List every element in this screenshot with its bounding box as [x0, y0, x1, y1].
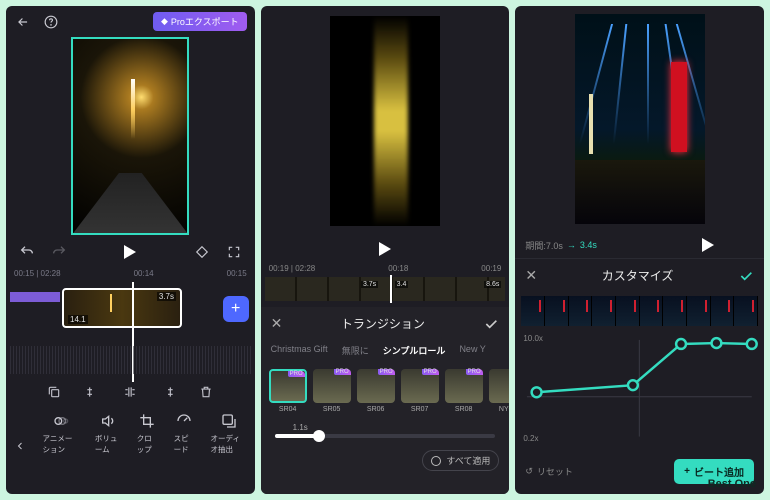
confirm-icon[interactable] — [738, 268, 754, 284]
customize-header: ✕ カスタマイズ — [515, 258, 764, 292]
split-right-icon[interactable] — [160, 384, 176, 400]
top-bar: ◆ Proエクスポート — [6, 6, 255, 37]
keyframe-icon[interactable] — [193, 243, 211, 261]
brand-watermark: Best One — [708, 478, 756, 490]
clip-duration-label: 8.6s — [484, 281, 501, 288]
redo-icon[interactable] — [50, 243, 68, 261]
time-mark: 00:19 — [481, 264, 501, 273]
duration-slider[interactable] — [275, 434, 496, 438]
split-icon[interactable] — [122, 384, 138, 400]
play-button[interactable] — [124, 245, 136, 259]
close-icon[interactable]: ✕ — [525, 267, 537, 284]
add-clip-button[interactable]: + — [223, 296, 249, 322]
clip-thumb[interactable]: 14.1 3.7s — [62, 288, 182, 328]
customize-title: カスタマイズ — [537, 267, 738, 284]
clip-in-label: 14.1 — [68, 315, 88, 324]
play-button[interactable] — [379, 242, 391, 256]
speed-icon — [175, 412, 193, 430]
time-mark: 00:18 — [388, 264, 408, 273]
duration-status: 期間:7.0s → 3.4s — [515, 232, 764, 258]
transition-tabs[interactable]: Christmas Gift 無限に シンプルロール New Y — [261, 340, 510, 361]
confirm-icon[interactable] — [483, 316, 499, 332]
clip-duration-label: 3.7s — [361, 281, 378, 288]
duration-slider-row: 1.1s — [261, 417, 510, 444]
preset-item[interactable]: PRONY01 — [489, 369, 510, 413]
chevron-left-icon[interactable] — [14, 437, 27, 455]
video-preview[interactable] — [71, 37, 189, 235]
apply-all-button[interactable]: すべて適用 — [422, 450, 499, 471]
undo-icon[interactable] — [18, 243, 36, 261]
time-mark: 00:14 — [134, 269, 154, 278]
duration-new: 3.4s — [580, 240, 597, 250]
preset-item[interactable]: PROSR04 — [269, 369, 307, 413]
help-icon[interactable] — [42, 13, 60, 31]
preset-item[interactable]: PROSR06 — [357, 369, 395, 413]
preset-item[interactable]: PROSR07 — [401, 369, 439, 413]
clip-tool-row — [6, 374, 255, 406]
preset-item[interactable]: PROSR08 — [445, 369, 483, 413]
audio-extract-icon — [220, 412, 238, 430]
slider-value: 1.1s — [293, 423, 496, 432]
reload-icon: ↺ — [525, 466, 533, 477]
timecode-row: 00:15 | 02:28 00:14 00:15 — [6, 269, 255, 278]
pro-export-label: Proエクスポート — [171, 15, 239, 28]
duplicate-icon[interactable] — [46, 384, 62, 400]
plus-icon: + — [684, 466, 690, 477]
playback-controls — [6, 235, 255, 269]
clip-duration-label: 3.4 — [395, 281, 409, 288]
tool-animation[interactable]: アニメーション — [43, 412, 79, 455]
tool-speed[interactable]: スピード — [174, 412, 195, 455]
bottom-toolbar: アニメーション ボリューム クロップ スピード オーディオ抽出 — [6, 406, 255, 465]
speed-curve-editor[interactable]: 10.0x 0.2x — [521, 334, 758, 451]
timeline[interactable]: 14.1 3.7s + — [6, 282, 255, 342]
split-left-icon[interactable] — [84, 384, 100, 400]
waveform[interactable] — [10, 346, 251, 374]
delete-icon[interactable] — [198, 384, 214, 400]
preset-item[interactable]: PROSR05 — [313, 369, 351, 413]
sheet-title: トランジション — [282, 315, 483, 332]
effect-strip[interactable] — [10, 292, 60, 302]
clip-duration-label: 3.7s — [157, 292, 176, 301]
volume-icon — [99, 412, 117, 430]
pro-export-button[interactable]: ◆ Proエクスポート — [153, 12, 247, 31]
panel-editor: ◆ Proエクスポート 00:15 | 02:28 00:14 00:15 14… — [6, 6, 255, 494]
clip-thumbstrip[interactable] — [521, 296, 758, 326]
play-row — [261, 236, 510, 262]
transition-marker[interactable] — [390, 275, 392, 303]
back-icon[interactable] — [14, 13, 32, 31]
circle-icon — [431, 456, 441, 466]
timeline[interactable]: 3.7s 3.4 8.6s — [265, 277, 506, 301]
transition-sheet: ✕ トランジション Christmas Gift 無限に シンプルロール New… — [261, 307, 510, 494]
tab-new-year[interactable]: New Y — [459, 344, 485, 357]
transition-preview[interactable] — [261, 6, 510, 236]
tool-crop[interactable]: クロップ — [137, 412, 158, 455]
crop-icon — [138, 412, 156, 430]
panel-speed-curve: 期間:7.0s → 3.4s ✕ カスタマイズ 10.0x 0.2x ↺ リセッ… — [515, 6, 764, 494]
fullscreen-icon[interactable] — [225, 243, 243, 261]
animation-icon — [52, 412, 70, 430]
timecode-row: 00:19 | 02:28 00:18 00:19 — [261, 262, 510, 275]
speed-preview[interactable] — [515, 6, 764, 232]
play-button[interactable] — [702, 238, 714, 252]
tool-audio-extract[interactable]: オーディオ抽出 — [211, 412, 247, 455]
panel-transition: 00:19 | 02:28 00:18 00:19 3.7s 3.4 8.6s … — [261, 6, 510, 494]
tab-christmas-gift[interactable]: Christmas Gift — [271, 344, 328, 357]
tool-volume[interactable]: ボリューム — [95, 412, 121, 455]
preset-list[interactable]: PROSR04 PROSR05 PROSR06 PROSR07 PROSR08 … — [261, 361, 510, 417]
arrow-right-icon: → — [567, 240, 576, 250]
diamond-icon: ◆ — [161, 16, 168, 27]
reset-button[interactable]: ↺ リセット — [525, 465, 573, 478]
time-current: 00:19 | 02:28 — [269, 264, 316, 273]
time-current: 00:15 | 02:28 — [14, 269, 61, 278]
tab-simple-roll[interactable]: シンプルロール — [383, 344, 446, 357]
tab-infinite[interactable]: 無限に — [342, 344, 369, 357]
duration-original: 期間:7.0s — [525, 239, 563, 252]
close-icon[interactable]: ✕ — [271, 315, 283, 332]
time-mark: 00:15 — [227, 269, 247, 278]
